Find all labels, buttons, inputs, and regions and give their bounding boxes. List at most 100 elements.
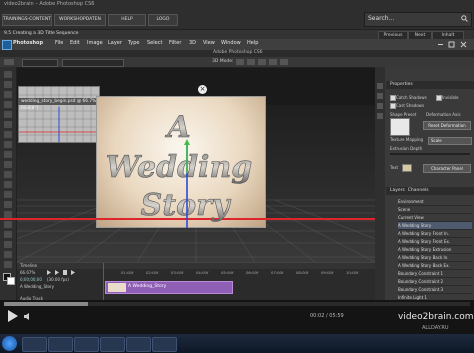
tick-label: 03:00f: [171, 270, 184, 275]
properties-panel-icon[interactable]: [377, 93, 383, 99]
menu-help[interactable]: Help: [247, 40, 258, 46]
volume-button[interactable]: [24, 313, 33, 320]
taskbar-item-ie-icon[interactable]: [22, 337, 47, 352]
layer-item[interactable]: Boundary Constraint 1: [398, 270, 472, 278]
search-input[interactable]: Search...: [364, 12, 472, 27]
menu-view[interactable]: View: [203, 40, 215, 46]
properties-header: Properties: [386, 81, 474, 89]
stamp-tool-icon[interactable]: [4, 151, 12, 158]
background-color-icon[interactable]: [7, 277, 15, 285]
history-panel-icon[interactable]: [377, 83, 383, 89]
move-tool-icon[interactable]: [4, 71, 12, 78]
tool-preset-icon[interactable]: [4, 59, 14, 65]
zoom-tool-icon[interactable]: [4, 261, 12, 268]
playback-icons[interactable]: [47, 270, 87, 275]
play-icon[interactable]: [6, 310, 20, 322]
clip-thumbnail: [108, 283, 126, 292]
tools-panel: [0, 67, 17, 300]
menu-file[interactable]: File: [55, 40, 63, 46]
layer-item[interactable]: Environment: [398, 198, 472, 206]
channels-tab[interactable]: Channels: [408, 188, 429, 193]
tab-help[interactable]: HELP: [108, 14, 146, 26]
menu-filter[interactable]: Filter: [169, 40, 181, 46]
3d-mode-icons[interactable]: [236, 59, 296, 65]
crop-tool-icon[interactable]: [4, 111, 12, 118]
tab-logo[interactable]: LOGO: [148, 14, 178, 26]
layer-item[interactable]: A Wedding Story Extrusion: [398, 246, 472, 254]
close-icon[interactable]: ×: [198, 85, 207, 94]
history-brush-tool-icon[interactable]: [4, 161, 12, 168]
tick-label: 04:00f: [196, 270, 209, 275]
lasso-tool-icon[interactable]: [4, 91, 12, 98]
transform-controls[interactable]: [62, 59, 124, 67]
taskbar-item-explorer-icon[interactable]: [48, 337, 73, 352]
quick-select-tool-icon[interactable]: [4, 101, 12, 108]
text-source-label: Text: [390, 165, 399, 170]
video-progress-fill: [4, 302, 88, 306]
cast-shadows-label: Cast Shadows: [396, 103, 425, 108]
window-controls-icon[interactable]: [436, 41, 470, 48]
shape-preset-label: Shape Preset: [390, 112, 417, 117]
texture-mapping-select[interactable]: Scale: [428, 137, 472, 145]
layer-item[interactable]: A Wedding Story Back In.: [398, 254, 472, 262]
layer-item[interactable]: Scene: [398, 206, 472, 214]
layer-item[interactable]: A Wedding Story Back Ex.: [398, 262, 472, 270]
3d-title-text[interactable]: A Wedding Story: [107, 103, 252, 228]
start-button-icon[interactable]: [2, 336, 17, 351]
playhead[interactable]: [103, 263, 104, 301]
path-select-tool-icon[interactable]: [4, 231, 12, 238]
layers-tab[interactable]: Layers: [390, 188, 405, 193]
lesson-title: 9.5 Creating a 3D Title Sequence: [4, 31, 79, 36]
shape-tool-icon[interactable]: [4, 241, 12, 248]
reset-deformation-button[interactable]: Reset Deformation: [423, 121, 471, 130]
eraser-tool-icon[interactable]: [4, 171, 12, 178]
menu-edit[interactable]: Edit: [70, 40, 80, 46]
layer-item[interactable]: A Wedding Story Front Ex.: [398, 238, 472, 246]
layer-item[interactable]: Current View: [398, 214, 472, 222]
type-tool-icon[interactable]: [4, 221, 12, 228]
layer-item-selected[interactable]: A Wedding Story: [398, 222, 472, 230]
timeline-clip[interactable]: A Wedding_Story: [105, 281, 233, 294]
play-button[interactable]: [6, 310, 20, 322]
healing-tool-icon[interactable]: [4, 131, 12, 138]
extrusion-depth-slider[interactable]: [390, 153, 470, 155]
3d-mode-buttons[interactable]: [236, 59, 296, 65]
menu-select[interactable]: Select: [147, 40, 162, 46]
dodge-tool-icon[interactable]: [4, 201, 12, 208]
taskbar-item-photoshop-icon[interactable]: [126, 337, 151, 352]
3d-camera-view-thumbnail[interactable]: [18, 86, 100, 143]
gradient-tool-icon[interactable]: [4, 181, 12, 188]
tick-label: 01:00f: [121, 270, 134, 275]
time-ruler[interactable]: 01:00f 02:00f 03:00f 04:00f 05:00f 06:00…: [117, 270, 372, 275]
menu-image[interactable]: Image: [87, 40, 103, 46]
tab-workshopdaten[interactable]: WORKSHOPDATEN: [54, 14, 106, 26]
character-panel-button[interactable]: Character Panel: [423, 164, 471, 173]
menu-type[interactable]: Type: [128, 40, 139, 46]
search-icon[interactable]: [461, 15, 468, 22]
shape-preset-thumbnail[interactable]: [390, 118, 410, 136]
playback-controls[interactable]: [47, 270, 87, 275]
marquee-tool-icon[interactable]: [4, 81, 12, 88]
text-color-swatch[interactable]: [402, 164, 412, 172]
blur-tool-icon[interactable]: [4, 191, 12, 198]
menu-3d[interactable]: 3D: [189, 40, 196, 46]
taskbar-item-media-icon[interactable]: [74, 337, 99, 352]
styles-panel-icon[interactable]: [377, 113, 383, 119]
taskbar-item-firefox-icon[interactable]: [100, 337, 125, 352]
window-controls[interactable]: [436, 41, 470, 48]
menu-layer[interactable]: Layer: [108, 40, 122, 46]
layer-item[interactable]: Boundary Constraint 2: [398, 278, 472, 286]
brush-tool-icon[interactable]: [4, 141, 12, 148]
layer-item[interactable]: Boundary Constraint 3: [398, 286, 472, 294]
eyedropper-tool-icon[interactable]: [4, 121, 12, 128]
menu-window[interactable]: Window: [221, 40, 241, 46]
auto-select-checkbox[interactable]: [22, 59, 58, 67]
tab-trainings-content[interactable]: TRAININGS-CONTENT: [2, 14, 52, 26]
grid-thumbnail: [19, 87, 99, 142]
layer-item[interactable]: A Wedding Story Front In.: [398, 230, 472, 238]
taskbar-item-bridge-icon[interactable]: [152, 337, 177, 352]
adjustments-panel-icon[interactable]: [377, 103, 383, 109]
hand-tool-icon[interactable]: [4, 251, 12, 258]
pen-tool-icon[interactable]: [4, 211, 12, 218]
volume-icon[interactable]: [24, 313, 33, 320]
